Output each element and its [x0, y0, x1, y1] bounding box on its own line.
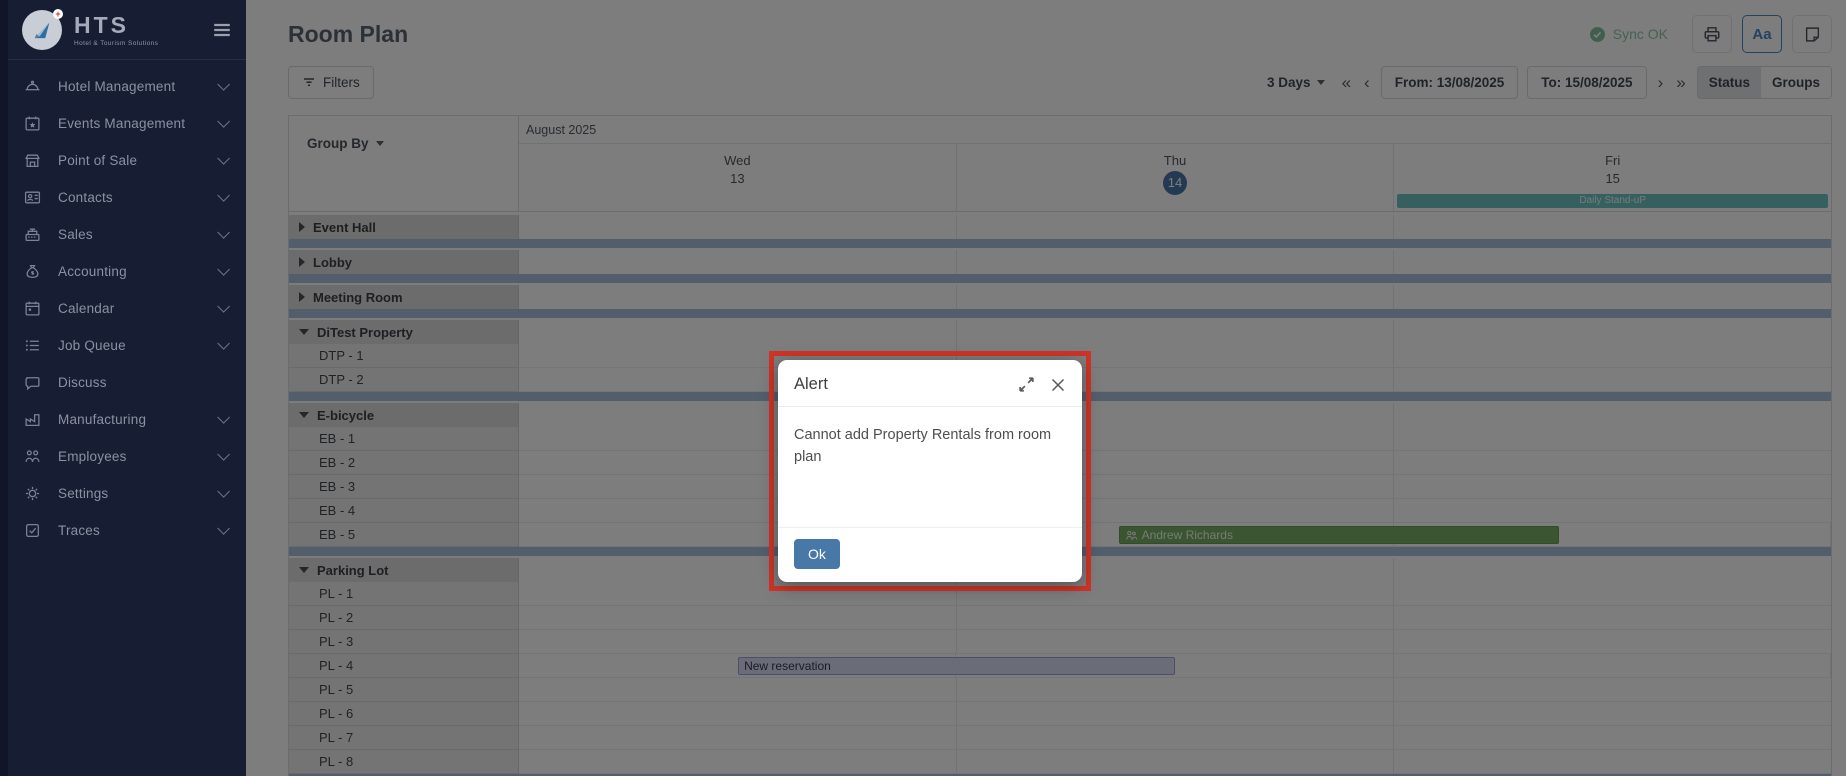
- sidebar-item-label: Settings: [58, 486, 108, 501]
- chevron-down-icon: [217, 152, 230, 165]
- main-content: Room Plan Sync OK Aa: [246, 0, 1846, 776]
- gear-icon: [24, 485, 58, 502]
- chevron-down-icon: [217, 263, 230, 276]
- alert-dialog-footer: Ok: [778, 527, 1082, 582]
- hamburger-menu-icon[interactable]: [212, 20, 232, 40]
- logo-plus-badge: +: [53, 9, 63, 19]
- sidebar-item-label: Accounting: [58, 264, 127, 279]
- sidebar-menu: Hotel Management Events Management Point o…: [0, 60, 246, 549]
- sidebar-item-label: Sales: [58, 227, 93, 242]
- factory-icon: [24, 411, 58, 428]
- sidebar-item-calendar[interactable]: Calendar: [0, 290, 246, 327]
- chevron-down-icon: [217, 522, 230, 535]
- sidebar-item-contacts[interactable]: Contacts: [0, 179, 246, 216]
- people-icon: [24, 448, 58, 465]
- sidebar-item-label: Point of Sale: [58, 153, 137, 168]
- brand-tagline: Hotel & Tourism Solutions: [74, 40, 158, 47]
- sidebar-item-label: Discuss: [58, 375, 107, 390]
- chevron-down-icon: [217, 337, 230, 350]
- sidebar-item-label: Manufacturing: [58, 412, 146, 427]
- close-icon: [1050, 377, 1066, 393]
- sidebar-item-point-of-sale[interactable]: Point of Sale: [0, 142, 246, 179]
- sidebar-item-accounting[interactable]: Accounting: [0, 253, 246, 290]
- logo-plane-icon: [29, 17, 55, 43]
- sidebar-item-label: Job Queue: [58, 338, 126, 353]
- sidebar-item-discuss[interactable]: Discuss: [0, 364, 246, 401]
- annotation-highlight: Alert Cannot add Property Rentals from r…: [769, 351, 1091, 591]
- alert-dialog-header: Alert: [778, 360, 1082, 407]
- sidebar-item-settings[interactable]: Settings: [0, 475, 246, 512]
- expand-dialog-button[interactable]: [1018, 376, 1035, 393]
- sidebar-item-label: Employees: [58, 449, 127, 464]
- storefront-icon: [24, 152, 58, 169]
- close-dialog-button[interactable]: [1050, 377, 1066, 393]
- sidebar: + HTS Hotel & Tourism Solutions Hotel Ma…: [0, 0, 246, 776]
- brand-name: HTS: [74, 12, 158, 39]
- chevron-down-icon: [217, 115, 230, 128]
- sidebar-item-label: Contacts: [58, 190, 113, 205]
- sidebar-item-manufacturing[interactable]: Manufacturing: [0, 401, 246, 438]
- chevron-down-icon: [217, 448, 230, 461]
- alert-title: Alert: [794, 375, 828, 394]
- sidebar-item-sales[interactable]: Sales: [0, 216, 246, 253]
- chevron-down-icon: [217, 226, 230, 239]
- chevron-down-icon: [217, 300, 230, 313]
- chevron-down-icon: [217, 411, 230, 424]
- chevron-down-icon: [217, 485, 230, 498]
- cash-register-icon: [24, 226, 58, 243]
- alert-dialog: Alert Cannot add Property Rentals from r…: [778, 360, 1082, 582]
- sidebar-item-job-queue[interactable]: Job Queue: [0, 327, 246, 364]
- app-window: + HTS Hotel & Tourism Solutions Hotel Ma…: [0, 0, 1846, 776]
- sidebar-item-employees[interactable]: Employees: [0, 438, 246, 475]
- app-logo[interactable]: +: [22, 10, 62, 50]
- list-icon: [24, 337, 58, 354]
- sidebar-item-label: Events Management: [58, 116, 185, 131]
- alert-message: Cannot add Property Rentals from room pl…: [778, 407, 1082, 527]
- chevron-down-icon: [217, 78, 230, 91]
- sidebar-edge: [0, 0, 8, 776]
- sidebar-header: + HTS Hotel & Tourism Solutions: [0, 0, 246, 60]
- calendar-star-icon: [24, 115, 58, 132]
- sidebar-item-label: Hotel Management: [58, 79, 175, 94]
- hotel-bell-icon: [24, 78, 58, 95]
- sidebar-item-label: Traces: [58, 523, 100, 538]
- sidebar-item-traces[interactable]: Traces: [0, 512, 246, 549]
- money-bag-icon: [24, 263, 58, 280]
- sidebar-item-events-management[interactable]: Events Management: [0, 105, 246, 142]
- sidebar-item-hotel-management[interactable]: Hotel Management: [0, 68, 246, 105]
- sidebar-item-label: Calendar: [58, 301, 114, 316]
- expand-icon: [1018, 376, 1035, 393]
- calendar-icon: [24, 300, 58, 317]
- chat-bubble-icon: [24, 374, 58, 391]
- ok-button[interactable]: Ok: [794, 539, 840, 569]
- chevron-down-icon: [217, 189, 230, 202]
- logo-text: HTS Hotel & Tourism Solutions: [74, 12, 158, 47]
- checkbox-icon: [24, 522, 58, 539]
- contact-card-icon: [24, 189, 58, 206]
